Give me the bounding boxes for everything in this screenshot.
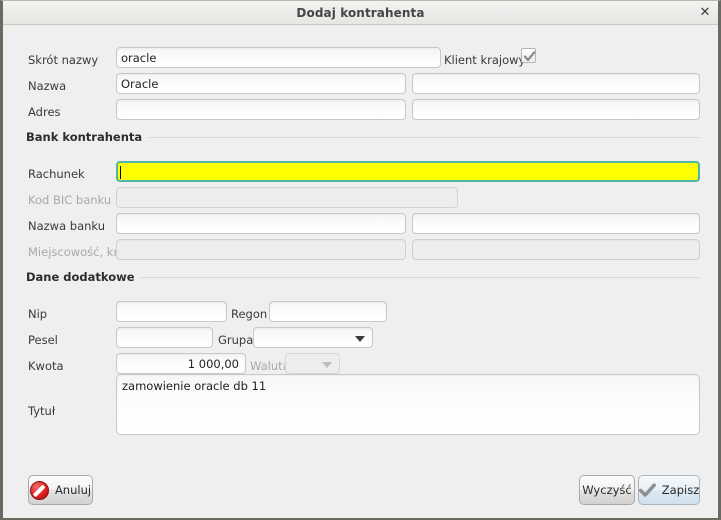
cancel-button[interactable]: Anuluj [28, 475, 93, 505]
label-nazwa: Nazwa [28, 79, 67, 93]
adres-input[interactable] [116, 99, 406, 120]
label-nip: Nip [28, 307, 48, 321]
label-kwota: Kwota [28, 359, 64, 373]
label-klient-krajowy: Klient krajowy [444, 53, 526, 67]
clear-button[interactable]: Wyczyść [579, 475, 635, 505]
title-bar: Dodaj kontrahenta ✕ [3, 1, 718, 25]
label-kod-bic: Kod BIC banku [28, 193, 112, 207]
label-skrot-nazwy: Skrót nazwy [28, 53, 99, 67]
nazwa-input[interactable] [116, 73, 406, 94]
miejscowosc-input [116, 239, 406, 260]
label-regon: Regon [231, 307, 268, 321]
chevron-down-icon [355, 335, 365, 342]
dialog-body: Skrót nazwy Klient krajowy Nazwa Adres B… [3, 26, 718, 518]
clear-button-label: Wyczyść [582, 483, 632, 497]
label-tytul: Tytuł [28, 404, 56, 418]
label-pesel: Pesel [28, 333, 58, 347]
dialog-window: Dodaj kontrahenta ✕ Skrót nazwy Klient k… [0, 0, 721, 520]
label-nazwa-banku: Nazwa banku [28, 219, 106, 233]
nazwa-banku-input-2[interactable] [412, 213, 700, 234]
nazwa-banku-input[interactable] [116, 213, 406, 234]
regon-input[interactable] [269, 301, 387, 322]
section-title-dane: Dane dodatkowe [26, 270, 141, 284]
cancel-button-label: Anuluj [54, 483, 92, 497]
kwota-input[interactable] [116, 353, 246, 374]
nazwa-input-2[interactable] [412, 73, 700, 94]
waluta-dropdown [285, 353, 340, 374]
label-waluta: Waluta [250, 359, 290, 373]
label-grupa: Grupa [218, 333, 254, 347]
check-icon [523, 51, 536, 62]
section-divider-dane [113, 277, 700, 278]
kraj-input [412, 239, 700, 260]
section-divider-bank [113, 137, 700, 138]
label-miejscowosc-kraj: Miejscowość, kraj [28, 245, 129, 259]
adres-input-2[interactable] [412, 99, 700, 120]
tytul-textarea[interactable] [116, 374, 700, 435]
save-button[interactable]: Zapisz [638, 475, 700, 505]
save-button-label: Zapisz [661, 483, 700, 497]
check-icon [638, 483, 656, 498]
dialog-title: Dodaj kontrahenta [296, 6, 425, 20]
label-adres: Adres [28, 105, 61, 119]
text-caret [120, 166, 121, 179]
rachunek-input[interactable] [116, 161, 700, 182]
section-title-bank: Bank kontrahenta [26, 130, 149, 144]
pesel-input[interactable] [116, 327, 213, 348]
close-icon[interactable]: ✕ [696, 4, 714, 22]
grupa-dropdown[interactable] [253, 327, 373, 348]
label-rachunek: Rachunek [28, 167, 85, 181]
nip-input[interactable] [116, 301, 227, 322]
skrot-nazwy-input[interactable] [116, 47, 441, 68]
chevron-down-icon [322, 361, 332, 368]
klient-krajowy-checkbox[interactable] [521, 48, 536, 63]
kod-bic-input [116, 187, 458, 208]
cancel-icon [29, 480, 49, 500]
